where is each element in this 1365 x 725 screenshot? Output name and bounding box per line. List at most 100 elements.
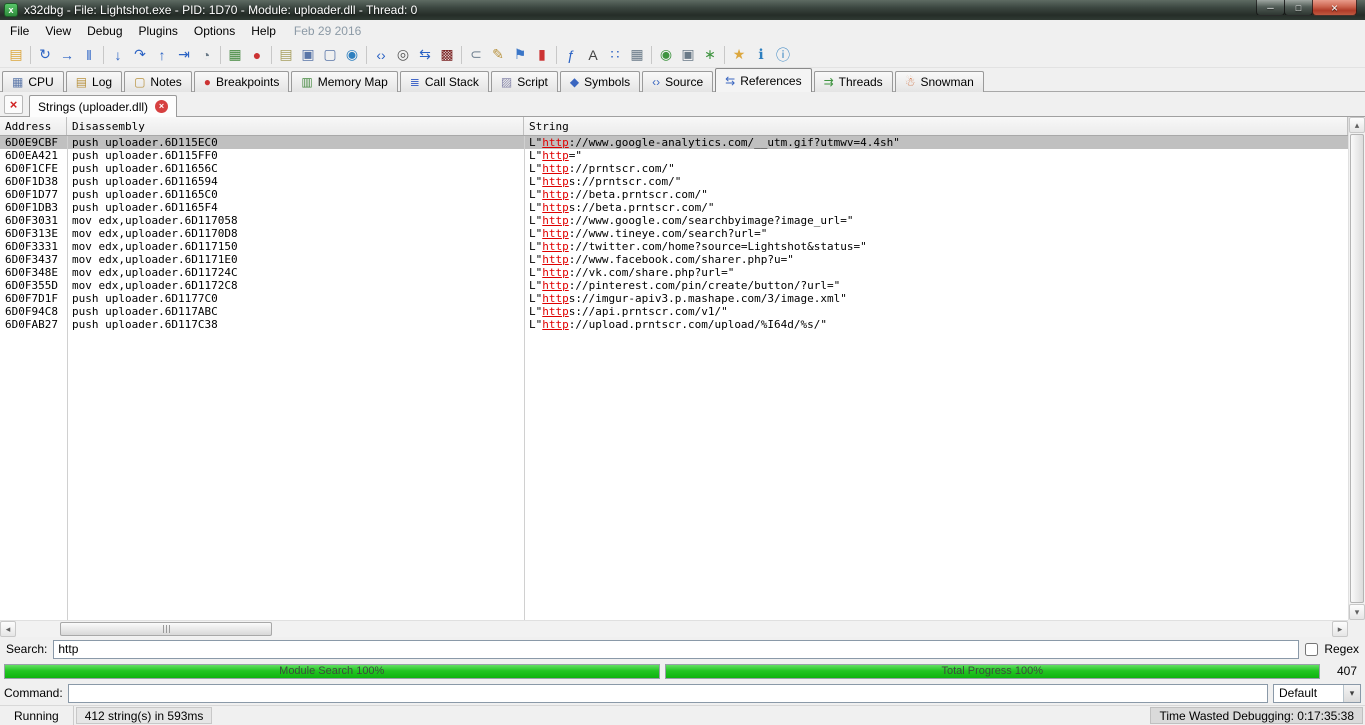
- tab-cpu[interactable]: ▦ CPU: [2, 71, 64, 92]
- horizontal-scrollbar[interactable]: ◂ ▸: [0, 620, 1348, 637]
- windows-icon[interactable]: ▢: [319, 44, 341, 66]
- menu-help[interactable]: Help: [243, 21, 284, 41]
- command-profile-select[interactable]: Default ▾: [1273, 683, 1361, 703]
- references-icon[interactable]: ⇆: [414, 44, 436, 66]
- vertical-scrollbar[interactable]: ▴ ▾: [1348, 117, 1365, 620]
- log-window-icon[interactable]: ▤: [275, 44, 297, 66]
- regex-checkbox[interactable]: [1305, 642, 1319, 656]
- assembler-icon[interactable]: ∷: [604, 44, 626, 66]
- minimize-button[interactable]: ─: [1256, 0, 1285, 16]
- scroll-up-icon[interactable]: ▴: [1349, 117, 1365, 133]
- functions-icon[interactable]: ƒ: [560, 44, 582, 66]
- snowman-tab-icon: ☃: [904, 75, 916, 89]
- disassembly-cell: mov edx,uploader.6D117058: [72, 214, 238, 227]
- menu-view[interactable]: View: [37, 21, 79, 41]
- table-row[interactable]: 6D0F7D1F push uploader.6D1177C0 L"https://…: [0, 292, 1348, 305]
- table-icon[interactable]: ▦: [626, 44, 648, 66]
- favourites-icon[interactable]: ★: [728, 44, 750, 66]
- table-row[interactable]: 6D0F1DB3 push uploader.6D1165F4 L"https://…: [0, 201, 1348, 214]
- bug-report-icon[interactable]: ∗: [699, 44, 721, 66]
- table-row[interactable]: 6D0F348E mov edx,uploader.6D11724C L"http:…: [0, 266, 1348, 279]
- table-row[interactable]: 6D0F1D77 push uploader.6D1165C0 L"http://b…: [0, 188, 1348, 201]
- tab-call-stack[interactable]: ≣ Call Stack: [399, 71, 489, 92]
- comment-icon[interactable]: ✎: [487, 44, 509, 66]
- scrollbar-corner: [1348, 620, 1365, 637]
- address-cell: 6D0F94C8: [5, 305, 58, 318]
- column-header-disassembly[interactable]: Disassembly: [67, 117, 524, 135]
- tab-threads[interactable]: ⇉ Threads: [813, 71, 893, 92]
- tab-notes[interactable]: ▢ Notes: [124, 71, 192, 92]
- run-icon[interactable]: →: [56, 44, 78, 66]
- close-tab-button[interactable]: ×: [4, 95, 23, 114]
- step-over-icon[interactable]: ↷: [129, 44, 151, 66]
- view-tabs: ▦ CPU ▤ Log ▢ Notes ● Breakpoints ▥ Memory Map ≣ Ca…: [0, 68, 1365, 92]
- tab-source[interactable]: ‹› Source: [642, 71, 714, 92]
- column-header-string[interactable]: String: [524, 117, 1348, 135]
- text-case-icon[interactable]: A: [582, 44, 604, 66]
- table-row[interactable]: 6D0F3331 mov edx,uploader.6D117150 L"http:…: [0, 240, 1348, 253]
- address-cell: 6D0FAB27: [5, 318, 58, 331]
- scroll-down-icon[interactable]: ▾: [1349, 604, 1365, 620]
- tab-strings-uploader-dll[interactable]: Strings (uploader.dll) ×: [29, 95, 178, 117]
- close-button[interactable]: ×: [1312, 0, 1357, 16]
- highlight-icon[interactable]: ▮: [531, 44, 553, 66]
- pause-icon[interactable]: ‖: [78, 44, 100, 66]
- trace-icon[interactable]: ◔: [195, 44, 217, 66]
- tab-label: Snowman: [920, 75, 974, 89]
- tab-memory-map[interactable]: ▥ Memory Map: [291, 71, 398, 92]
- address-cell: 6D0F1D77: [5, 188, 58, 201]
- about-icon[interactable]: ⓘ: [772, 44, 794, 66]
- tab-log[interactable]: ▤ Log: [65, 71, 123, 92]
- menu-file[interactable]: File: [2, 21, 37, 41]
- open-file-icon[interactable]: ▤: [5, 44, 27, 66]
- detach-windows-icon[interactable]: ▣: [677, 44, 699, 66]
- table-row[interactable]: 6D0F313E mov edx,uploader.6D1170D8 L"http:…: [0, 227, 1348, 240]
- attach-icon[interactable]: ⊂: [465, 44, 487, 66]
- menu-options[interactable]: Options: [186, 21, 243, 41]
- tab-script[interactable]: ▨ Script: [490, 71, 558, 92]
- command-input[interactable]: [67, 683, 1268, 703]
- table-row[interactable]: 6D0F3437 mov edx,uploader.6D1171E0 L"http:…: [0, 253, 1348, 266]
- cpu-window-icon[interactable]: ▣: [297, 44, 319, 66]
- table-row[interactable]: 6D0F94C8 push uploader.6D117ABC L"https://…: [0, 305, 1348, 318]
- table-row[interactable]: 6D0E9CBF push uploader.6D115EC0 L"http://w…: [0, 136, 1348, 149]
- source-icon[interactable]: ‹›: [370, 44, 392, 66]
- table-row[interactable]: 6D0EA421 push uploader.6D115FF0 L"http=": [0, 149, 1348, 162]
- disassembly-cell: push uploader.6D117C38: [72, 318, 218, 331]
- tab-breakpoints[interactable]: ● Breakpoints: [193, 71, 290, 92]
- breakpoints-tab-icon: ●: [203, 75, 212, 89]
- column-header-address[interactable]: Address: [0, 117, 67, 135]
- tab-symbols[interactable]: ◆ Symbols: [559, 71, 641, 92]
- patches-icon[interactable]: ▩: [436, 44, 458, 66]
- vertical-scroll-thumb[interactable]: [1350, 134, 1364, 603]
- horizontal-scroll-thumb[interactable]: [60, 622, 272, 636]
- help-icon[interactable]: ℹ: [750, 44, 772, 66]
- step-into-icon[interactable]: ↓: [107, 44, 129, 66]
- menu-plugins[interactable]: Plugins: [131, 21, 186, 41]
- maximize-button[interactable]: □: [1284, 0, 1313, 16]
- table-row[interactable]: 6D0FAB27 push uploader.6D117C38 L"http://u…: [0, 318, 1348, 331]
- subtab-close-icon[interactable]: ×: [155, 100, 169, 113]
- scroll-left-icon[interactable]: ◂: [0, 621, 16, 637]
- breakpoints-icon[interactable]: ●: [246, 44, 268, 66]
- build-date[interactable]: Feb 29 2016: [284, 21, 371, 41]
- string-cell: L"http://pinterest.com/pin/create/button…: [529, 279, 841, 292]
- internet-icon[interactable]: ◉: [341, 44, 363, 66]
- search-input[interactable]: [53, 639, 1300, 659]
- memory-map-icon[interactable]: ▦: [224, 44, 246, 66]
- tab-references[interactable]: ⇆ References: [715, 68, 812, 92]
- menu-debug[interactable]: Debug: [79, 21, 130, 41]
- tab-snowman[interactable]: ☃ Snowman: [894, 71, 984, 92]
- run-to-cursor-icon[interactable]: ⇥: [173, 44, 195, 66]
- table-row[interactable]: 6D0F1D38 push uploader.6D116594 L"https://…: [0, 175, 1348, 188]
- table-row[interactable]: 6D0F355D mov edx,uploader.6D1172C8 L"http:…: [0, 279, 1348, 292]
- search-icon[interactable]: ◎: [392, 44, 414, 66]
- tab-label: Notes: [150, 75, 182, 89]
- step-out-icon[interactable]: ↑: [151, 44, 173, 66]
- restart-icon[interactable]: ↻: [34, 44, 56, 66]
- label-icon[interactable]: ⚑: [509, 44, 531, 66]
- table-row[interactable]: 6D0F1CFE push uploader.6D11656C L"http://p…: [0, 162, 1348, 175]
- scroll-right-icon[interactable]: ▸: [1332, 621, 1348, 637]
- table-row[interactable]: 6D0F3031 mov edx,uploader.6D117058 L"http:…: [0, 214, 1348, 227]
- update-check-icon[interactable]: ◉: [655, 44, 677, 66]
